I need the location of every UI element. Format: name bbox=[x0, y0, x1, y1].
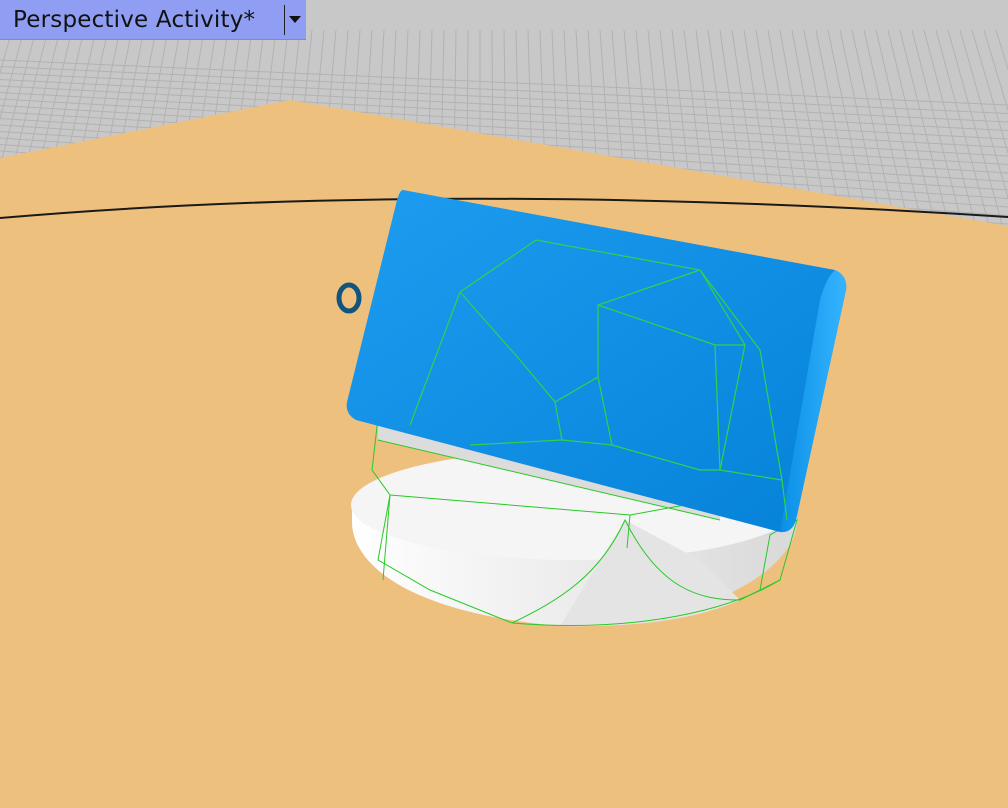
perspective-viewport[interactable] bbox=[0, 0, 1008, 808]
viewport-menu-button[interactable] bbox=[285, 0, 306, 40]
viewport-title-tab[interactable]: Perspective Activity* bbox=[0, 0, 306, 40]
caret-down-icon bbox=[289, 16, 302, 23]
viewport-title: Perspective Activity* bbox=[13, 6, 256, 33]
